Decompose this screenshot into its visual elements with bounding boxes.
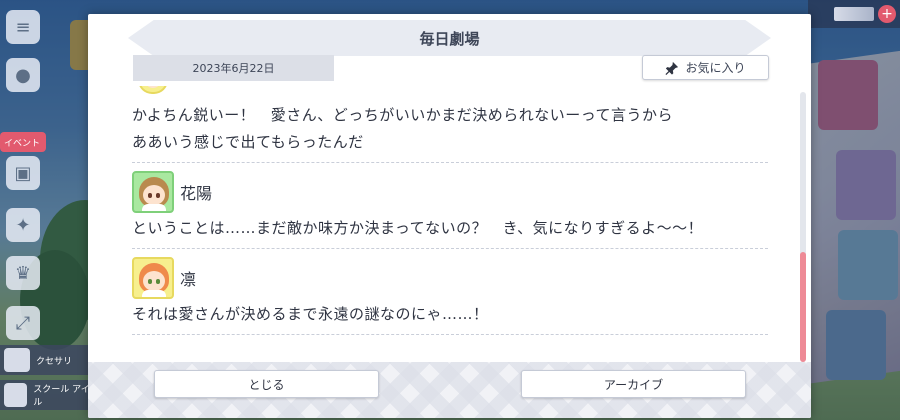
side-accessory-label: クセサリ (36, 356, 73, 367)
expand-icon[interactable]: ⤢ (6, 306, 40, 340)
speaker-row: 花陽 (132, 169, 768, 215)
speaker-name: 花陽 (180, 184, 213, 203)
friends-icon[interactable]: ✦ (6, 208, 40, 242)
chat-icon[interactable]: ● (6, 58, 40, 92)
speaker-row: 凛 (132, 255, 768, 301)
scrollbar[interactable] (800, 92, 806, 362)
daily-theater-modal: 毎日劇場 2023年6月22日 お気に入り かよちん鋭いー！ 愛さん、どっちがい… (88, 14, 811, 418)
add-currency-icon[interactable]: + (878, 5, 896, 23)
modal-title: 毎日劇場 (128, 20, 771, 56)
speaker-name: 凛 (180, 270, 197, 289)
pin-icon (665, 61, 679, 75)
menu-icon[interactable]: ≡ (6, 10, 40, 44)
archive-button[interactable]: アーカイブ (521, 370, 746, 398)
scrollbar-thumb[interactable] (800, 252, 806, 362)
school-idol-icon (4, 383, 28, 407)
side-tag-event[interactable]: イベント (0, 132, 46, 152)
dialogue-line: それは愛さんが決めるまで永遠の謎なのにゃ……！ (132, 305, 489, 323)
dialogue-line: かよちん鋭いー！ 愛さん、どっちがいいかまだ決められないーって言うから (132, 106, 674, 124)
favorite-label: お気に入り (685, 61, 746, 75)
rin-avatar (132, 257, 174, 299)
favorite-button[interactable]: お気に入り (642, 55, 769, 80)
hanayo-avatar (132, 171, 174, 213)
dialogue-line: ということは……まだ敵か味方か決まってないの？ き、気になりすぎるよ〜〜！ (132, 219, 704, 237)
top-status-bar: + (808, 0, 900, 28)
close-button[interactable]: とじる (154, 370, 379, 398)
side-accessory-button[interactable]: クセサリ (0, 345, 100, 375)
date-label: 2023年6月22日 (133, 55, 334, 81)
dialogue-entry: 花陽 ということは……まだ敵か味方か決まってないの？ き、気になりすぎるよ〜〜！ (132, 169, 768, 249)
speaker-avatar-partial (134, 86, 174, 96)
dialogue-entry: かよちん鋭いー！ 愛さん、どっちがいいかまだ決められないーって言うから ああいう… (132, 96, 768, 163)
trophy-icon[interactable]: ♛ (6, 256, 40, 290)
dialogue-entry: 凛 それは愛さんが決めるまで永遠の謎なのにゃ……！ (132, 255, 768, 335)
currency-gauge (834, 7, 874, 21)
present-icon[interactable]: ▣ (6, 156, 40, 190)
dialogue-line: ああいう感じで出てもらったんだ (132, 133, 364, 151)
side-school-idol-button[interactable]: スクール アイドル (0, 380, 100, 410)
accessory-icon (4, 348, 30, 372)
side-menu: ≡ ● イベント ▣ ✦ ♛ ⤢ クセサリ スクール アイドル (0, 0, 100, 420)
dialogue-scroll-area[interactable]: かよちん鋭いー！ 愛さん、どっちがいいかまだ決められないーって言うから ああいう… (132, 86, 768, 354)
